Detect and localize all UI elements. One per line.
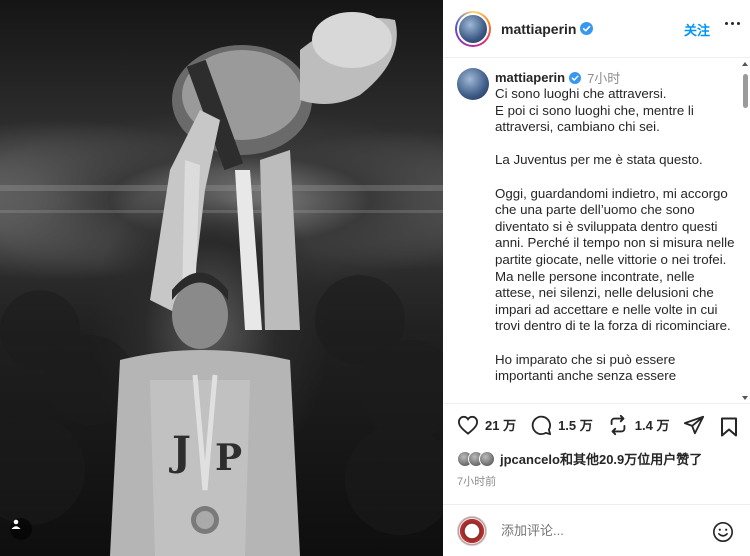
- svg-text:P: P: [215, 437, 242, 479]
- comment-bar: [443, 504, 750, 556]
- liked-by-row[interactable]: jpcancelo和其他20.9万位用户赞了: [457, 449, 702, 468]
- reposts-count: 1.4 万: [634, 418, 670, 433]
- more-options-icon[interactable]: [725, 22, 740, 25]
- likes-count: 21 万: [485, 418, 517, 433]
- caption-text: Ci sono luoghi che attraversi. E poi ci …: [495, 86, 735, 384]
- caption-author-avatar[interactable]: [457, 68, 489, 100]
- verified-badge-icon: [580, 22, 594, 35]
- svg-text:J: J: [169, 428, 191, 475]
- scroll-up-arrow-icon[interactable]: [742, 62, 748, 66]
- action-bar: 21 万 1.5 万 1.4 万: [443, 403, 750, 445]
- liked-by-avatars: [457, 450, 495, 467]
- caption-username[interactable]: mattiaperin: [495, 70, 565, 85]
- caption-section: mattiaperin 7小时 Ci sono luoghi che attra…: [443, 58, 750, 403]
- liked-by-text[interactable]: jpcancelo和其他20.9万位用户赞了: [500, 449, 702, 468]
- paper-plane-icon: [684, 415, 705, 434]
- post-detail-panel: mattiaperin 关注 mattiaperin 7小时 Ci sono l…: [443, 0, 750, 556]
- share-button[interactable]: [683, 414, 705, 436]
- posted-time: 7小时前: [457, 476, 497, 488]
- scroll-down-arrow-icon[interactable]: [742, 396, 748, 400]
- comments-count: 1.5 万: [558, 418, 593, 433]
- emoji-icon[interactable]: [712, 521, 734, 548]
- bookmark-icon[interactable]: [720, 417, 738, 442]
- post-photo[interactable]: J P: [0, 0, 443, 556]
- caption-header: mattiaperin 7小时: [495, 68, 620, 87]
- repost-icon: [610, 414, 626, 435]
- caption-scrollbar[interactable]: [743, 74, 748, 108]
- user-tag-icon[interactable]: [10, 518, 32, 540]
- repost-button[interactable]: 1.4 万: [607, 414, 670, 436]
- current-user-avatar: [457, 515, 487, 546]
- caption-timestamp: 7小时: [587, 71, 621, 86]
- photo-illustration: J P: [0, 12, 443, 556]
- like-button[interactable]: 21 万: [457, 415, 516, 435]
- verified-badge-icon: [569, 71, 582, 84]
- author-avatar-image: [457, 12, 489, 45]
- post-header: mattiaperin 关注: [443, 0, 750, 58]
- avatar: [479, 450, 495, 467]
- comment-button[interactable]: 1.5 万: [530, 414, 593, 436]
- author-avatar[interactable]: [455, 10, 491, 47]
- author-username[interactable]: mattiaperin: [501, 21, 576, 37]
- heart-icon: [457, 415, 479, 435]
- comment-input[interactable]: [501, 523, 681, 538]
- comment-bubble-icon: [531, 415, 552, 435]
- follow-button[interactable]: 关注: [684, 20, 710, 39]
